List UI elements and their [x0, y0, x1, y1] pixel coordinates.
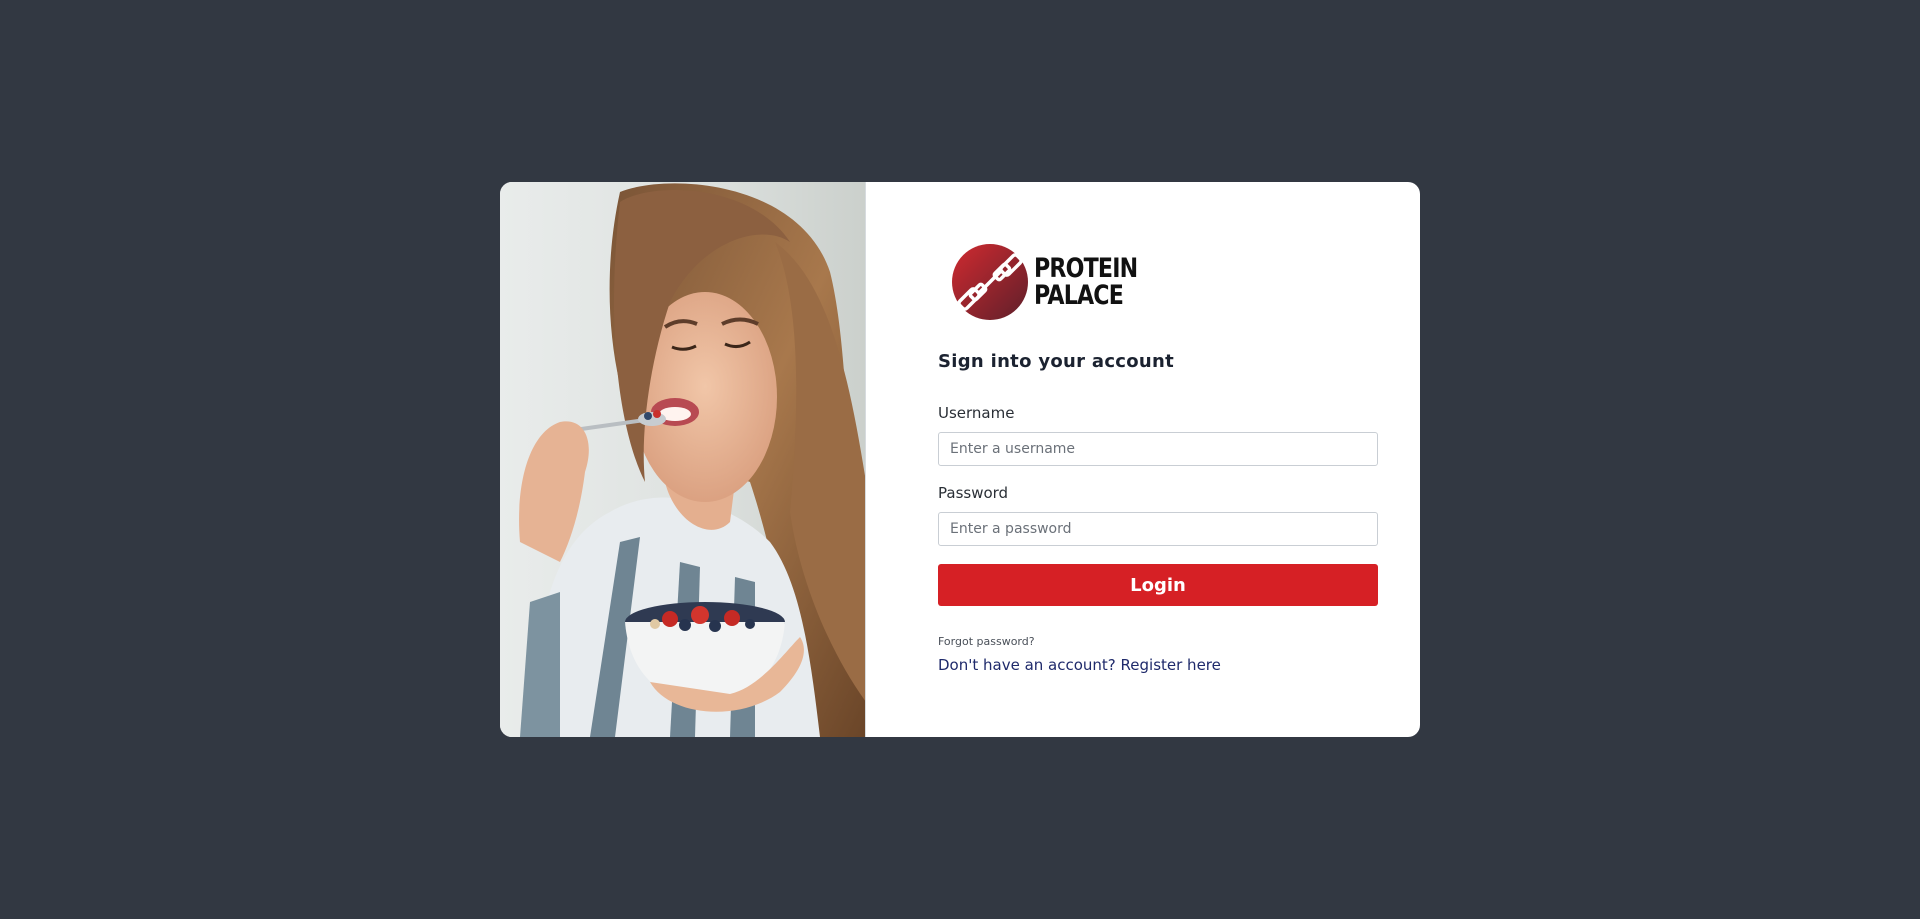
password-input[interactable] — [938, 512, 1378, 546]
login-button[interactable]: Login — [938, 564, 1378, 606]
register-link[interactable]: Don't have an account? Register here — [938, 656, 1221, 674]
username-input[interactable] — [938, 432, 1378, 466]
brand-name: PROTEIN PALACE — [1034, 253, 1138, 311]
login-card: PROTEIN PALACE Sign into your account Us… — [500, 182, 1420, 737]
brand-name-line2: PALACE — [1034, 280, 1124, 311]
brand-logo: PROTEIN PALACE — [952, 244, 1160, 320]
page-title: Sign into your account — [938, 351, 1175, 372]
password-label: Password — [938, 484, 1009, 502]
dumbbell-icon — [952, 244, 1028, 320]
hero-photo — [500, 182, 866, 737]
forgot-password-link[interactable]: Forgot password? — [938, 635, 1035, 648]
username-label: Username — [938, 404, 1015, 422]
login-form-panel: PROTEIN PALACE Sign into your account Us… — [866, 182, 1420, 737]
brand-name-line1: PROTEIN — [1034, 253, 1138, 284]
